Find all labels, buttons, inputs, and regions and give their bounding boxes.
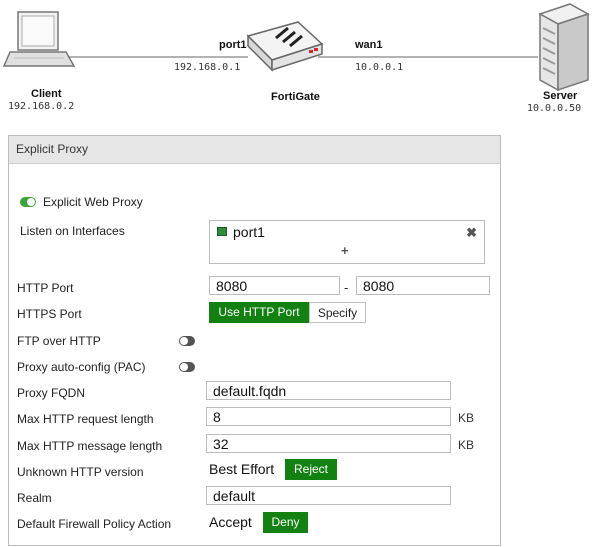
network-topology-diagram: Client 192.168.0.2 port1 192.168.0.1 For… <box>0 0 608 125</box>
proxy-fqdn-label: Proxy FQDN <box>17 386 86 400</box>
server-icon <box>538 3 590 92</box>
proxy-fqdn-input[interactable]: default.fqdn <box>206 381 451 400</box>
explicit-web-proxy-toggle[interactable] <box>20 197 36 207</box>
pac-toggle[interactable] <box>179 362 195 372</box>
max-message-length-label: Max HTTP message length <box>17 439 163 453</box>
topology-links <box>2 3 590 92</box>
max-request-length-unit: KB <box>458 411 475 425</box>
default-policy-action-label: Default Firewall Policy Action <box>17 517 172 531</box>
server-label: Server <box>543 90 578 102</box>
interface-port-icon <box>217 227 227 236</box>
wan1-ip: 10.0.0.1 <box>355 62 404 73</box>
http-port-label: HTTP Port <box>17 281 74 295</box>
server-ip: 10.0.0.50 <box>527 103 582 114</box>
best-effort-option[interactable]: Best Effort <box>209 459 274 480</box>
http-port-to-input[interactable]: 8080 <box>356 276 490 295</box>
pac-label: Proxy auto-config (PAC) <box>17 360 146 374</box>
laptop-icon <box>2 11 76 67</box>
ftp-over-http-toggle[interactable] <box>179 336 195 346</box>
max-request-length-input[interactable]: 8 <box>206 407 451 426</box>
client-ip: 192.168.0.2 <box>8 101 75 112</box>
fortigate-label: FortiGate <box>271 91 320 103</box>
explicit-web-proxy-label: Explicit Web Proxy <box>43 195 143 209</box>
realm-label: Realm <box>17 491 52 505</box>
port1-label: port1 <box>219 39 247 51</box>
panel-title: Explicit Proxy <box>9 136 500 164</box>
http-port-from-input[interactable]: 8080 <box>209 276 340 295</box>
listen-interfaces-label: Listen on Interfaces <box>20 224 125 238</box>
port1-ip: 192.168.0.1 <box>174 62 241 73</box>
accept-option[interactable]: Accept <box>209 512 252 533</box>
realm-input[interactable]: default <box>206 486 451 505</box>
ftp-over-http-label: FTP over HTTP <box>17 334 101 348</box>
interface-port1[interactable]: port1 <box>233 224 265 240</box>
max-request-length-label: Max HTTP request length <box>17 412 154 426</box>
explicit-web-proxy-row: Explicit Web Proxy <box>20 194 143 210</box>
reject-option[interactable]: Reject <box>285 459 337 480</box>
max-message-length-input[interactable]: 32 <box>206 434 451 453</box>
specify-port-button[interactable]: Specify <box>309 302 366 323</box>
listen-interfaces-field[interactable]: port1 + ✖ <box>209 220 485 264</box>
fortigate-icon <box>246 21 324 72</box>
https-port-label: HTTPS Port <box>17 307 82 321</box>
add-interface-icon[interactable]: + <box>341 243 349 258</box>
wan1-label: wan1 <box>355 39 383 51</box>
explicit-proxy-panel: Explicit Proxy Explicit Web Proxy Listen… <box>8 135 501 546</box>
use-http-port-button[interactable]: Use HTTP Port <box>209 302 309 323</box>
port-range-separator: - <box>344 280 349 295</box>
deny-option[interactable]: Deny <box>263 512 308 533</box>
client-label: Client <box>31 88 62 100</box>
max-message-length-unit: KB <box>458 438 475 452</box>
unknown-http-version-label: Unknown HTTP version <box>17 465 144 479</box>
remove-interface-icon[interactable]: ✖ <box>466 225 477 241</box>
